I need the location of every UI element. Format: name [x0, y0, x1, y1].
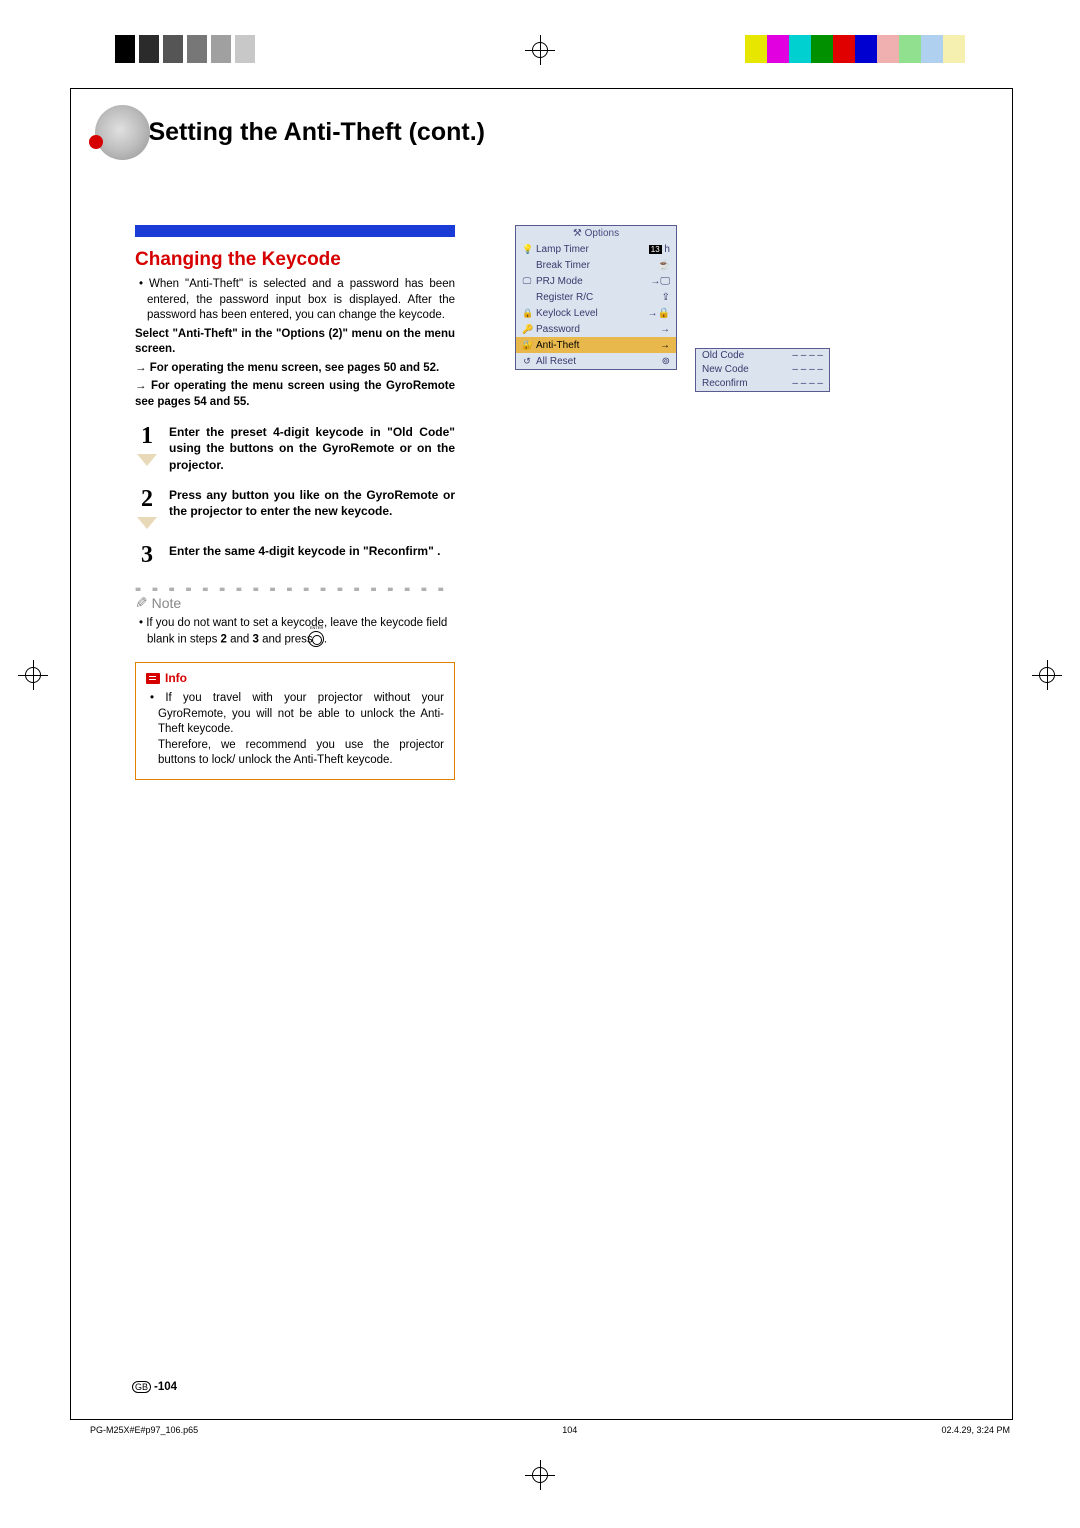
- region-badge: GB: [132, 1381, 151, 1393]
- keycode-entry-box: Old Code – – – – New Code – – – – Reconf…: [695, 348, 830, 392]
- registration-mark-top: [525, 35, 555, 65]
- menu-item-value: →: [660, 324, 670, 335]
- menu-row: 🖵 PRJ Mode →🖵: [516, 273, 676, 289]
- menu-item-value: →🔒: [648, 308, 670, 319]
- grayscale-calibration-bars: [115, 35, 255, 63]
- code-row-reconfirm: Reconfirm – – – –: [696, 377, 829, 391]
- registration-mark-left: [18, 660, 48, 690]
- reconfirm-value: – – – –: [792, 378, 823, 390]
- enter-button-label: ENTER: [318, 625, 324, 630]
- note-text: • If you do not want to set a keycode, l…: [135, 616, 455, 648]
- tools-icon: ⚒: [573, 228, 582, 239]
- menu-item-value: ☕: [658, 260, 670, 271]
- new-code-value: – – – –: [792, 364, 823, 376]
- section-title: Changing the Keycode: [135, 249, 455, 271]
- instruction-ref1: → For operating the menu screen, see pag…: [135, 361, 455, 377]
- info-heading: Info: [146, 671, 444, 685]
- menu-item-value: ⇪: [662, 292, 670, 303]
- lamp-icon: 💡: [522, 244, 532, 255]
- menu-row: 🔐 Anti-Theft →: [516, 337, 676, 353]
- step-arrow-icon: [137, 517, 157, 529]
- menu-item-label: Keylock Level: [536, 308, 598, 319]
- registration-mark-bottom: [525, 1460, 555, 1490]
- pencil-icon: ✎: [135, 594, 148, 612]
- menu-item-value: →: [660, 340, 670, 351]
- step-text: Enter the same 4-digit keycode in "Recon…: [169, 543, 440, 567]
- code-row-old: Old Code – – – –: [696, 349, 829, 363]
- menu-row: Register R/C ⇪: [516, 289, 676, 305]
- content-left-column: Changing the Keycode • When "Anti-Theft"…: [135, 225, 455, 780]
- dotted-divider: ■ ■ ■ ■ ■ ■ ■ ■ ■ ■ ■ ■ ■ ■ ■ ■ ■ ■ ■ ■ …: [135, 585, 455, 591]
- info-label: Info: [165, 671, 187, 685]
- new-code-label: New Code: [702, 364, 749, 376]
- step-arrow-icon: [137, 454, 157, 466]
- step-number: 1: [135, 424, 159, 448]
- menu-item-label: PRJ Mode: [536, 276, 583, 287]
- key-icon: 🔑: [522, 324, 532, 335]
- menu-item-value: →🖵: [650, 276, 670, 287]
- menu-item-label: Break Timer: [536, 260, 590, 271]
- old-code-label: Old Code: [702, 350, 744, 362]
- screen-icon: 🖵: [522, 276, 532, 287]
- step-number: 3: [135, 543, 159, 567]
- menu-item-value: ⊚: [662, 356, 670, 367]
- enter-button-icon: [308, 631, 324, 647]
- menu-item-label: Lamp Timer: [536, 244, 589, 255]
- note-label: Note: [152, 595, 182, 611]
- page-number: GB -104: [132, 1381, 177, 1393]
- instruction-select: Select "Anti-Theft" in the "Options (2)"…: [135, 327, 455, 358]
- info-text: • If you travel with your projector with…: [146, 691, 444, 769]
- menu-item-value: 13 h: [649, 244, 670, 255]
- options-menu-screenshot: ⚒ Options 💡 Lamp Timer 13 h Break Timer ☕ 🖵 PR…: [515, 225, 677, 370]
- reset-icon: ↺: [522, 356, 532, 367]
- page-number-value: -104: [154, 1381, 177, 1393]
- menu-row: 💡 Lamp Timer 13 h: [516, 241, 676, 257]
- menu-row: 🔑 Password →: [516, 321, 676, 337]
- menu-item-label: Register R/C: [536, 292, 593, 303]
- footer-info: PG-M25X#E#p97_106.p65 104 02.4.29, 3:24 …: [90, 1419, 1010, 1435]
- page-heading: Setting the Anti-Theft (cont.): [95, 105, 485, 160]
- lock-icon: 🔒: [522, 308, 532, 319]
- intro-paragraph: • When "Anti-Theft" is selected and a pa…: [135, 277, 455, 324]
- heading-bullet-icon: [95, 105, 150, 160]
- reconfirm-label: Reconfirm: [702, 378, 748, 390]
- menu-item-label: Password: [536, 324, 580, 335]
- info-box: Info • If you travel with your projector…: [135, 662, 455, 780]
- footer-page: 104: [562, 1425, 577, 1435]
- menu-item-label: All Reset: [536, 356, 576, 367]
- step-2: 2 Press any button you like on the GyroR…: [135, 487, 455, 529]
- menu-item-label: Anti-Theft: [536, 340, 579, 351]
- footer-filename: PG-M25X#E#p97_106.p65: [90, 1425, 198, 1435]
- menu-row: ↺ All Reset ⊚: [516, 353, 676, 369]
- section-divider-bar: [135, 225, 455, 237]
- printer-marks-top: [0, 35, 1080, 75]
- step-3: 3 Enter the same 4-digit keycode in "Rec…: [135, 543, 455, 567]
- step-number: 2: [135, 487, 159, 511]
- old-code-value: – – – –: [792, 350, 823, 362]
- menu-row: 🔒 Keylock Level →🔒: [516, 305, 676, 321]
- note-heading: ✎ Note: [135, 594, 455, 612]
- color-calibration-bars: [745, 35, 965, 63]
- book-icon: [146, 673, 160, 684]
- step-text: Enter the preset 4-digit keycode in "Old…: [169, 424, 455, 473]
- menu-title: ⚒ Options: [516, 226, 676, 241]
- instruction-ref2: → For operating the menu screen using th…: [135, 379, 455, 410]
- step-text: Press any button you like on the GyroRem…: [169, 487, 455, 529]
- registration-mark-right: [1032, 660, 1062, 690]
- step-1: 1 Enter the preset 4-digit keycode in "O…: [135, 424, 455, 473]
- theft-icon: 🔐: [522, 340, 532, 351]
- code-row-new: New Code – – – –: [696, 363, 829, 377]
- page-title: Setting the Anti-Theft (cont.): [148, 118, 485, 147]
- menu-row: Break Timer ☕: [516, 257, 676, 273]
- footer-datetime: 02.4.29, 3:24 PM: [941, 1425, 1010, 1435]
